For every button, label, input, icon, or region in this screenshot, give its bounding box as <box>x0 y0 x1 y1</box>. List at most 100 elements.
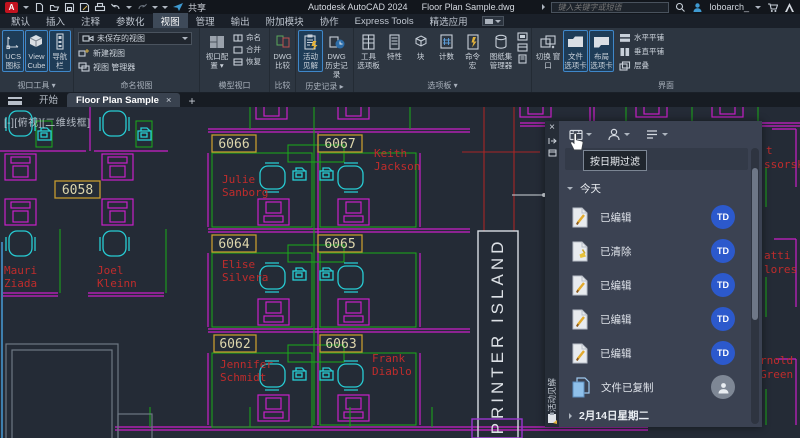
panel-title-history[interactable]: 历史记录 ▸ <box>296 81 353 92</box>
palette-scrollbar[interactable] <box>751 148 759 424</box>
share-icon[interactable] <box>172 2 184 12</box>
tab-home[interactable]: 默认 <box>3 13 38 29</box>
dwg-compare-button[interactable]: DWG 比较 <box>272 30 293 72</box>
panel-title-compare[interactable]: 比较 <box>270 80 295 92</box>
restore-viewports-button[interactable]: 恢复 <box>233 56 261 67</box>
tab-output[interactable]: 输出 <box>223 13 258 29</box>
palette-close-button[interactable]: × <box>549 123 555 133</box>
help-search-box[interactable] <box>551 2 669 13</box>
activity-row-2[interactable]: 已清除 TD <box>559 234 762 268</box>
blocks-palette-button[interactable]: 块 <box>408 30 433 63</box>
plot-icon[interactable] <box>94 2 106 13</box>
sheet-set-manager-button[interactable]: 图纸集 管理器 <box>486 30 516 72</box>
close-file-tab-icon[interactable]: × <box>166 95 172 106</box>
redo-caret-icon[interactable] <box>152 6 158 9</box>
dwg-history-button[interactable]: DWG 历史记录 <box>324 30 349 81</box>
name-fragment-2: attilores <box>764 249 797 276</box>
switch-windows-button[interactable]: 切换 窗口 <box>534 30 562 72</box>
tab-insert[interactable]: 插入 <box>38 13 73 29</box>
model-space-canvas[interactable]: [-][俯视][二维线框] <box>0 107 800 438</box>
share-label[interactable]: 共享 <box>188 1 206 14</box>
section-today[interactable]: 今天 <box>559 176 762 200</box>
redo-icon[interactable] <box>136 2 148 12</box>
user-avatar-td[interactable]: TD <box>711 307 735 331</box>
tab-express-tools[interactable]: Express Tools <box>347 15 422 28</box>
save-icon[interactable] <box>64 2 75 13</box>
app-menu-button[interactable]: A <box>5 2 18 13</box>
search-icon[interactable] <box>675 2 686 13</box>
activity-row-5[interactable]: 已编辑 TD <box>559 336 762 370</box>
tab-featured-apps[interactable]: 精选应用 <box>422 13 476 29</box>
tab-view[interactable]: 视图 <box>153 13 188 29</box>
qat-customize-caret-icon[interactable] <box>162 6 168 9</box>
navigation-bar-button[interactable]: 导航栏 <box>49 30 71 72</box>
user-avatar-td[interactable]: TD <box>711 273 735 297</box>
search-input[interactable] <box>555 2 665 13</box>
signed-in-user[interactable]: loboarch_ <box>709 2 749 12</box>
viewport-controls-label[interactable]: [-][俯视][二维线框] <box>4 114 91 129</box>
activity-row-4[interactable]: 已编辑 TD <box>559 302 762 336</box>
tab-addins[interactable]: 附加模块 <box>258 13 312 29</box>
view-dropdown[interactable]: 未保存的视图 <box>78 32 192 45</box>
user-avatar-td[interactable]: TD <box>711 205 735 229</box>
palette-vertical-title: 活动见解 <box>546 378 558 412</box>
undo-caret-icon[interactable] <box>126 6 132 9</box>
undo-icon[interactable] <box>110 2 122 12</box>
panel-title-palettes[interactable]: 选项板 ▾ <box>354 80 531 92</box>
count-button[interactable]: 计数 <box>434 30 459 63</box>
cascade-button[interactable]: 层叠 <box>619 60 664 71</box>
tile-horizontally-button[interactable]: 水平平铺 <box>619 32 664 43</box>
palette-autohide-icon[interactable] <box>548 137 557 145</box>
new-view-button[interactable]: 新建视图 <box>78 47 192 59</box>
user-icon[interactable] <box>692 2 703 13</box>
user-avatar-generic[interactable] <box>711 375 735 399</box>
panel-title-interface[interactable]: 界面 <box>532 80 800 92</box>
tab-manage[interactable]: 管理 <box>188 13 223 29</box>
tool-palettes-button[interactable]: 工具 选项板 <box>356 30 381 72</box>
ribbon-display-toggle[interactable] <box>482 16 504 26</box>
properties-button[interactable]: 特性 <box>382 30 407 63</box>
palette-properties-icon[interactable] <box>548 149 557 157</box>
search-collapse-icon[interactable] <box>542 4 545 10</box>
panel-title-model-viewports[interactable]: 模型视口 <box>200 80 269 92</box>
new-file-icon[interactable] <box>34 2 45 13</box>
file-tab-menu-icon[interactable] <box>8 97 22 105</box>
filter-by-user-button[interactable] <box>607 128 630 141</box>
join-viewports-button[interactable]: 合并 <box>233 44 261 55</box>
palette-extra-icon-2[interactable] <box>517 43 529 53</box>
user-menu-caret-icon[interactable] <box>755 6 761 9</box>
tab-floor-plan-sample[interactable]: Floor Plan Sample × <box>67 93 180 108</box>
scrollbar-thumb[interactable] <box>752 168 758 320</box>
palette-extra-icon-1[interactable] <box>517 32 529 42</box>
file-tabs-toggle-button[interactable]: 文件 选项卡 <box>563 30 588 72</box>
view-manager-button[interactable]: 视图 管理器 <box>78 61 192 73</box>
layout-tabs-toggle-button[interactable]: 布局 选项卡 <box>589 30 614 72</box>
activity-row-3[interactable]: 已编辑 TD <box>559 268 762 302</box>
tab-annotate[interactable]: 注释 <box>73 13 108 29</box>
app-store-cart-icon[interactable] <box>767 2 778 13</box>
command-macros-button[interactable]: 命令 宏 <box>460 30 485 72</box>
activity-row-6[interactable]: 文件已复制 <box>559 370 762 404</box>
filter-by-type-button[interactable] <box>645 128 668 141</box>
palette-extra-icon-3[interactable] <box>517 54 529 64</box>
tab-start[interactable]: 开始 <box>30 90 67 108</box>
viewport-config-button[interactable]: 视口配置 ▾ <box>202 30 232 72</box>
ucs-icon-button[interactable]: UCS 图标 <box>2 30 24 72</box>
activity-insights-button[interactable]: 活动 见解 <box>298 30 323 72</box>
date-group-feb14[interactable]: 2月14日星期二 <box>559 404 762 427</box>
name-mauri-ziada: MauriZiada <box>4 264 37 290</box>
user-avatar-td[interactable]: TD <box>711 341 735 365</box>
autodesk-icon[interactable] <box>784 2 795 13</box>
tab-collaborate[interactable]: 协作 <box>312 13 347 29</box>
app-menu-caret-icon[interactable] <box>23 6 29 9</box>
named-viewports-button[interactable]: 命名 <box>233 32 261 43</box>
user-avatar-td[interactable]: TD <box>711 239 735 263</box>
view-cube-button[interactable]: View Cube <box>25 30 47 72</box>
activity-row-1[interactable]: 已编辑 TD <box>559 200 762 234</box>
open-file-icon[interactable] <box>49 2 60 13</box>
panel-title-named-views[interactable]: 命名视图 <box>74 80 199 92</box>
new-drawing-tab-button[interactable]: + <box>188 95 195 107</box>
tab-parametric[interactable]: 参数化 <box>108 13 153 29</box>
save-as-icon[interactable] <box>79 2 90 13</box>
tile-vertically-button[interactable]: 垂直平铺 <box>619 46 664 57</box>
